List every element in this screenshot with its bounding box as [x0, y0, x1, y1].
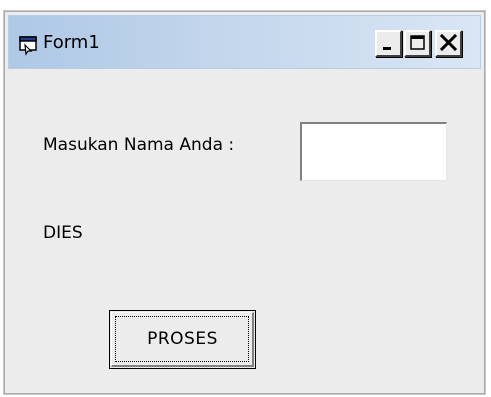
close-icon: [439, 33, 458, 52]
maximize-button[interactable]: [404, 30, 431, 57]
form-icon: [17, 32, 41, 56]
maximize-icon: [410, 35, 425, 50]
minimize-button[interactable]: [375, 30, 402, 57]
window-title: Form1: [43, 32, 100, 53]
proses-button-label: PROSES: [147, 329, 218, 349]
name-input[interactable]: [300, 122, 447, 181]
form1-window: Form1 Masukan Nama Anda : DIES PROSES: [3, 10, 486, 395]
proses-button[interactable]: PROSES: [109, 310, 256, 369]
name-prompt-label: Masukan Nama Anda :: [43, 135, 235, 155]
output-label: DIES: [43, 223, 83, 243]
close-button[interactable]: [435, 30, 462, 57]
title-bar[interactable]: Form1: [8, 15, 481, 69]
form-client-area: Masukan Nama Anda : DIES PROSES: [8, 72, 481, 390]
minimize-icon: [383, 47, 391, 50]
